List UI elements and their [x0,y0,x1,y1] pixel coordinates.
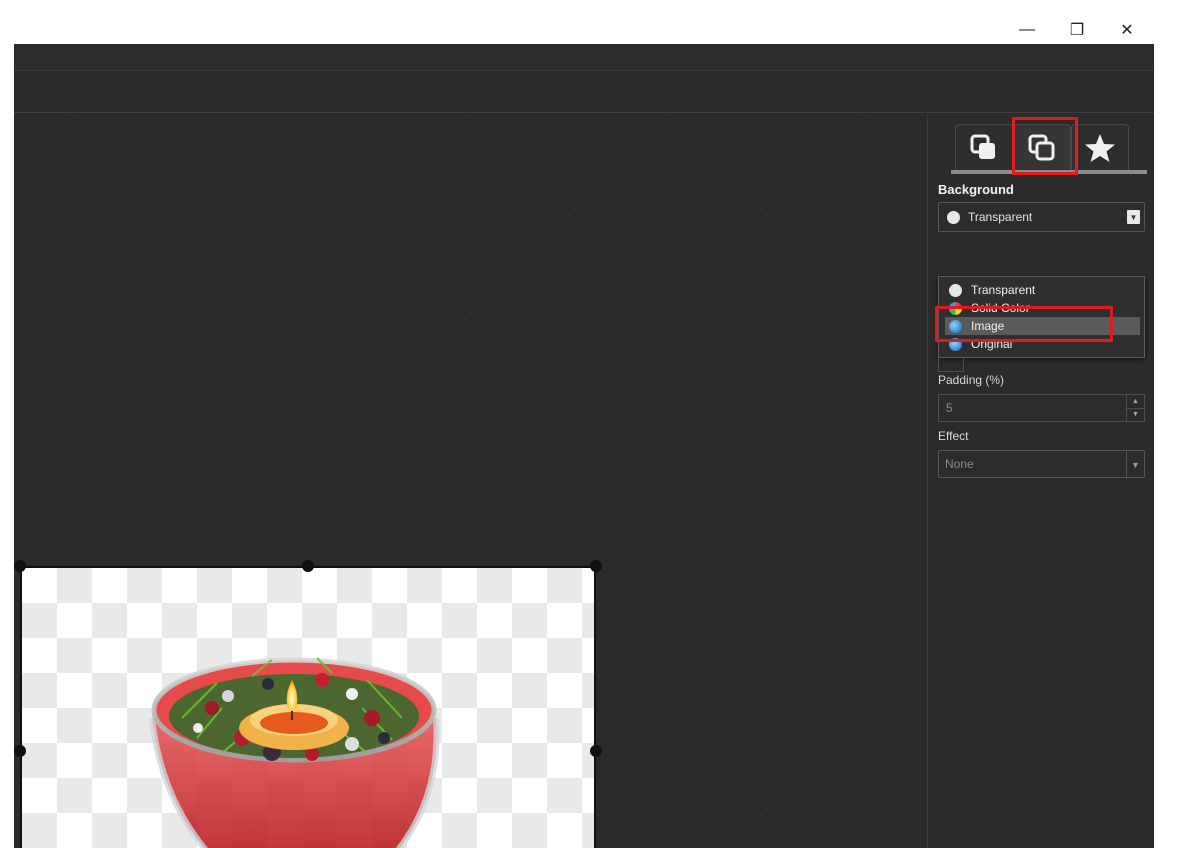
candle-bowl-image [149,657,440,848]
stepper-down-icon[interactable]: ▼ [1127,409,1144,422]
resize-handle-top-right[interactable] [590,560,602,572]
padding-value: 5 [946,401,953,415]
effect-select-value: None [945,457,974,471]
padding-stepper[interactable]: ▲ ▼ [1126,395,1144,421]
highlight-tab-background [1012,117,1078,175]
tab-layers[interactable] [955,124,1013,170]
padding-input[interactable]: 5 ▲ ▼ [938,394,1145,422]
minimize-button[interactable]: — [1012,16,1042,44]
restore-icon: ❐ [1069,22,1085,39]
option-transparent[interactable]: Transparent [939,281,1144,299]
image-frame[interactable] [20,566,596,848]
resize-handle-left[interactable] [14,745,26,757]
close-window-button[interactable]: ✕ [1112,16,1142,44]
background-label: Background [938,182,1014,197]
effect-select[interactable]: None ▼ [938,450,1145,479]
canvas-area[interactable] [14,114,928,848]
resize-handle-right[interactable] [590,745,602,757]
background-select[interactable]: Transparent ▼ [938,202,1145,232]
effect-label: Effect [938,429,969,443]
maximize-button[interactable]: ❐ [1062,16,1092,44]
chevron-down-icon[interactable]: ▼ [1127,210,1140,224]
screen: — ❐ ✕ Background Transparent ▼ Transpare… [0,0,1200,848]
resize-handle-top[interactable] [302,560,314,572]
stepper-up-icon[interactable]: ▲ [1127,395,1144,409]
overlapping-squares-filled-icon [970,134,995,159]
app-window: Background Transparent ▼ Transparent Sol… [14,44,1154,848]
resize-handle-top-left[interactable] [14,560,26,572]
padding-label: Padding (%) [938,373,1005,387]
transparent-dot-icon [949,283,962,297]
option-label: Transparent [971,283,1036,297]
properties-panel: Background Transparent ▼ Transparent Sol… [929,114,1154,848]
background-select-value: Transparent [968,210,1033,224]
menu-bar [14,44,1154,71]
transparent-dot-icon [947,210,960,224]
hidden-control-stub [938,358,964,372]
minimize-icon: — [1019,21,1035,38]
toolbar [14,72,1154,113]
highlight-option-image [935,306,1113,342]
chevron-down-icon[interactable]: ▼ [1126,451,1144,479]
close-icon: ✕ [1120,22,1134,39]
star-icon [1085,133,1115,162]
tab-effects[interactable] [1071,124,1129,170]
